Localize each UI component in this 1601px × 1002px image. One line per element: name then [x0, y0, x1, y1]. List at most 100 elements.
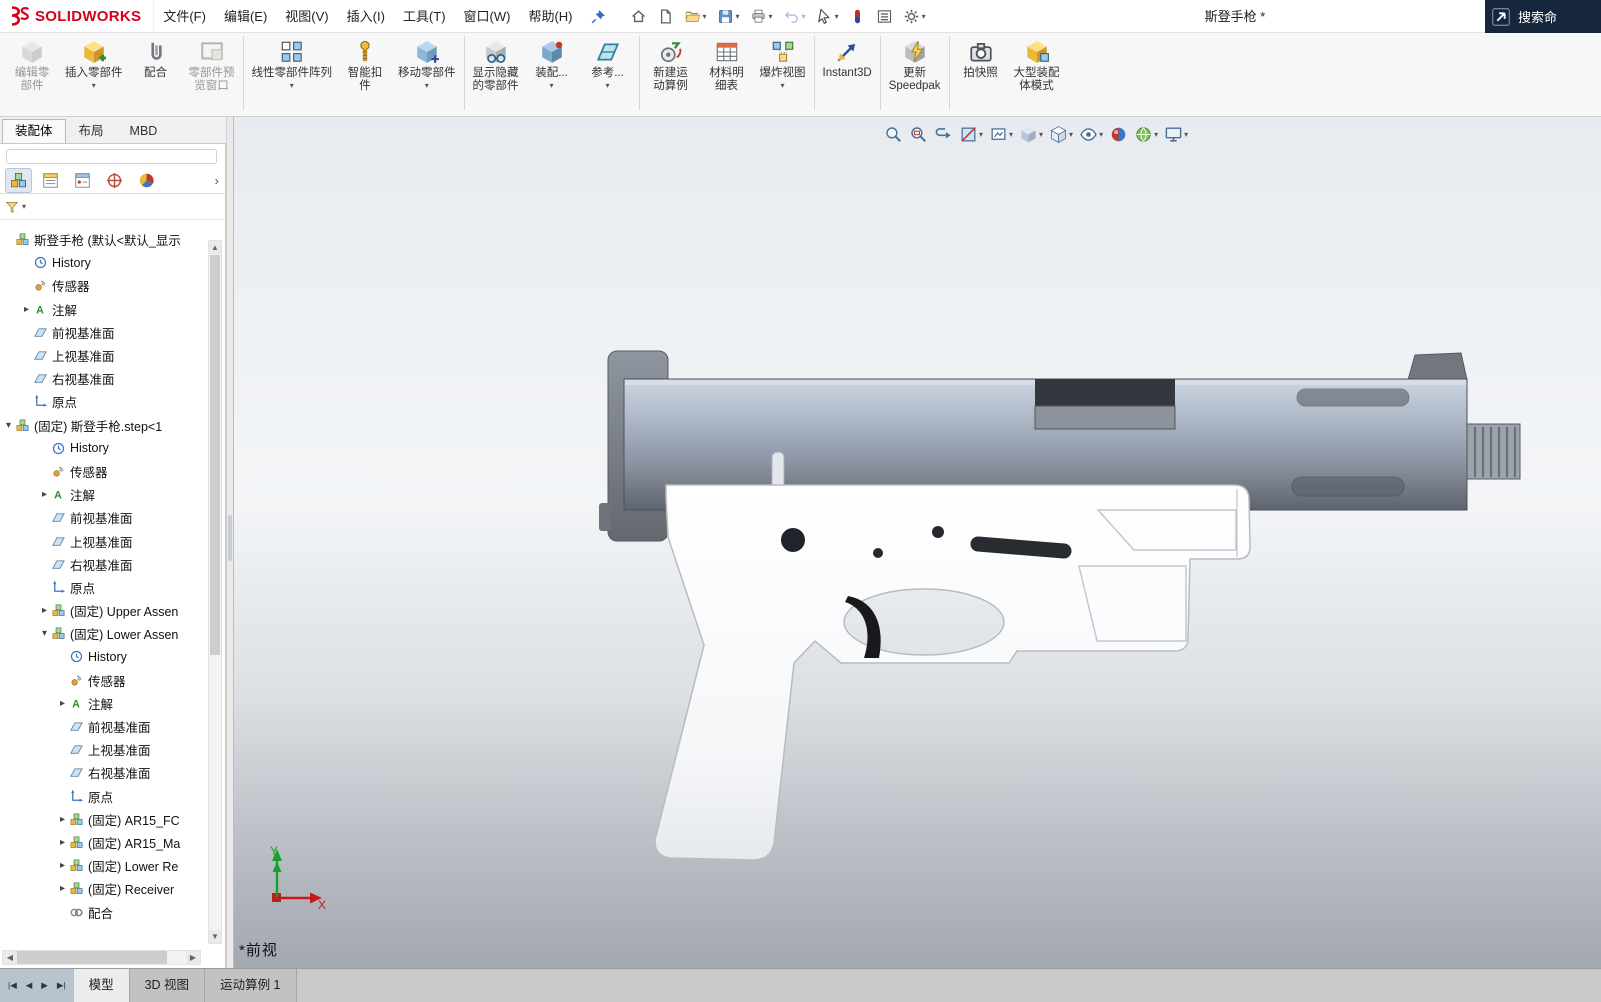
- tree-item[interactable]: 原点: [0, 576, 207, 599]
- taskpane-button[interactable]: [872, 3, 897, 29]
- options-button[interactable]: ▾: [899, 3, 930, 29]
- scroll-left-arrow[interactable]: ◀: [3, 951, 17, 964]
- sheet-nav-next-button[interactable]: ▶: [38, 978, 51, 993]
- tree-item[interactable]: 右视基准面: [0, 367, 207, 390]
- appearance-button[interactable]: [1107, 122, 1130, 146]
- tree-item[interactable]: History: [0, 645, 207, 668]
- tab-layout[interactable]: 布局: [66, 119, 117, 143]
- sheet-tab-motion-study-1[interactable]: 运动算例 1: [205, 969, 297, 1002]
- assembly-features-button[interactable]: 装配... ▾: [524, 36, 580, 90]
- insert-component-button[interactable]: 插入零部件 ▾: [60, 36, 128, 90]
- tree-item[interactable]: ▾ (固定) 斯登手枪.step<1: [0, 414, 207, 437]
- tree-item[interactable]: ▸ (固定) Receiver: [0, 877, 207, 900]
- propertymanager-tab[interactable]: [38, 169, 63, 192]
- tree-collapse-arrow[interactable]: ▾: [38, 628, 51, 639]
- new-motion-study-button[interactable]: 新建运 动算例: [643, 36, 699, 103]
- reference-geometry-button[interactable]: 参考... ▾: [580, 36, 636, 90]
- display-style-button[interactable]: ▾: [1047, 122, 1075, 146]
- linear-component-pattern-button[interactable]: 线性零部件阵列 ▾: [247, 36, 338, 90]
- move-component-button[interactable]: 移动零部件 ▾: [393, 36, 461, 90]
- menu-edit[interactable]: 编辑(E): [215, 0, 276, 33]
- rebuild-button[interactable]: [845, 3, 870, 29]
- displaymanager-tab[interactable]: [134, 169, 159, 192]
- tree-item[interactable]: ▸ A 注解: [0, 298, 207, 321]
- drawing-view-button[interactable]: ▾: [987, 122, 1015, 146]
- scroll-up-arrow[interactable]: ▲: [209, 241, 221, 254]
- scrollbar-thumb[interactable]: [210, 255, 220, 656]
- tree-item[interactable]: History: [0, 251, 207, 274]
- tree-item[interactable]: 斯登手枪 (默认<默认_显示: [0, 228, 207, 251]
- take-snapshot-button[interactable]: 拍快照: [953, 36, 1009, 90]
- scroll-right-arrow[interactable]: ▶: [186, 951, 200, 964]
- search-commands[interactable]: 搜索命: [1485, 0, 1601, 33]
- tree-expand-arrow[interactable]: ▸: [20, 304, 33, 315]
- tree-vertical-scrollbar[interactable]: ▲ ▼: [208, 240, 222, 944]
- menu-file[interactable]: 文件(F): [154, 0, 215, 33]
- zoom-area-button[interactable]: [907, 122, 930, 146]
- tree-item[interactable]: 上视基准面: [0, 344, 207, 367]
- menu-tools[interactable]: 工具(T): [394, 0, 455, 33]
- tree-horizontal-scrollbar[interactable]: ◀ ▶: [2, 950, 201, 965]
- tree-item[interactable]: 前视基准面: [0, 506, 207, 529]
- new-doc-button[interactable]: [653, 3, 678, 29]
- featuremanager-tab[interactable]: [5, 167, 32, 193]
- select-button[interactable]: ▾: [812, 3, 843, 29]
- ejection-port[interactable]: [1035, 379, 1175, 406]
- sheet-nav-prev-button[interactable]: ◀: [23, 978, 36, 993]
- tab-assembly[interactable]: 装配体: [2, 119, 66, 143]
- ejection-port-cover[interactable]: [1034, 405, 1176, 430]
- tree-item[interactable]: 传感器: [0, 274, 207, 297]
- front-cap-nub[interactable]: [599, 503, 611, 531]
- menu-help[interactable]: 帮助(H): [519, 0, 581, 33]
- splitter-handle[interactable]: [228, 515, 232, 561]
- smart-fasteners-button[interactable]: 智能扣件: [337, 36, 393, 103]
- home-button[interactable]: [626, 3, 651, 29]
- tree-item[interactable]: 原点: [0, 390, 207, 413]
- view-settings-button[interactable]: ▾: [1162, 122, 1190, 146]
- bill-of-materials-button[interactable]: 材料明 细表: [699, 36, 755, 103]
- tree-item[interactable]: 上视基准面: [0, 529, 207, 552]
- model-3d-view[interactable]: Y X: [234, 117, 1601, 968]
- print-button[interactable]: ▾: [746, 3, 777, 29]
- menu-insert[interactable]: 插入(I): [338, 0, 394, 33]
- tree-item[interactable]: 右视基准面: [0, 553, 207, 576]
- barrel-slot-2[interactable]: [1291, 476, 1405, 497]
- view-orientation-button[interactable]: ▾: [1017, 122, 1045, 146]
- dimxpertmanager-tab[interactable]: [102, 169, 127, 192]
- tree-item[interactable]: ▸ (固定) Upper Assen: [0, 599, 207, 622]
- rear-sight[interactable]: [1407, 352, 1468, 381]
- mate-button[interactable]: 配合: [128, 36, 184, 90]
- tree-collapse-arrow[interactable]: ▾: [2, 420, 15, 431]
- tree-item[interactable]: 传感器: [0, 669, 207, 692]
- configurationmanager-tab[interactable]: [70, 169, 95, 192]
- menu-window[interactable]: 窗口(W): [455, 0, 520, 33]
- tree-item[interactable]: 配合: [0, 900, 207, 923]
- sheet-tab-model[interactable]: 模型: [73, 969, 130, 1002]
- exploded-view-button[interactable]: 爆炸视图 ▾: [755, 36, 811, 90]
- scroll-down-arrow[interactable]: ▼: [209, 930, 221, 943]
- tree-expand-arrow[interactable]: ▸: [56, 814, 69, 825]
- scrollbar-thumb[interactable]: [17, 951, 167, 964]
- previous-view-button[interactable]: [932, 122, 955, 146]
- graphics-area[interactable]: Y X ▾ ▾ ▾ ▾ ▾ ▾ ▾ *前视: [234, 117, 1601, 968]
- tree-item[interactable]: ▸ (固定) Lower Re: [0, 854, 207, 877]
- pivot-pin[interactable]: [781, 528, 805, 552]
- sheet-tab-3d-views[interactable]: 3D 视图: [129, 969, 206, 1002]
- zoom-fit-button[interactable]: [882, 122, 905, 146]
- sheet-nav-first-button[interactable]: |◀: [5, 978, 20, 993]
- muzzle-threads[interactable]: [1466, 423, 1521, 480]
- tree-item[interactable]: 右视基准面: [0, 761, 207, 784]
- tree-item[interactable]: 传感器: [0, 460, 207, 483]
- tree-item[interactable]: ▸ A 注解: [0, 692, 207, 715]
- tree-item[interactable]: ▸ A 注解: [0, 483, 207, 506]
- tree-item[interactable]: ▾ (固定) Lower Assen: [0, 622, 207, 645]
- tree-item[interactable]: ▸ (固定) AR15_Ma: [0, 831, 207, 854]
- tree-expand-arrow[interactable]: ▸: [38, 605, 51, 616]
- large-assembly-mode-button[interactable]: 大型装配 体模式: [1009, 36, 1065, 103]
- show-hidden-components-button[interactable]: 显示隐藏 的零部件: [468, 36, 524, 103]
- tree-item[interactable]: 原点: [0, 785, 207, 808]
- tree-expand-arrow[interactable]: ▸: [56, 883, 69, 894]
- tree-expand-arrow[interactable]: ▸: [56, 698, 69, 709]
- sheet-nav-last-button[interactable]: ▶|: [54, 978, 69, 993]
- tree-expand-arrow[interactable]: ▸: [56, 837, 69, 848]
